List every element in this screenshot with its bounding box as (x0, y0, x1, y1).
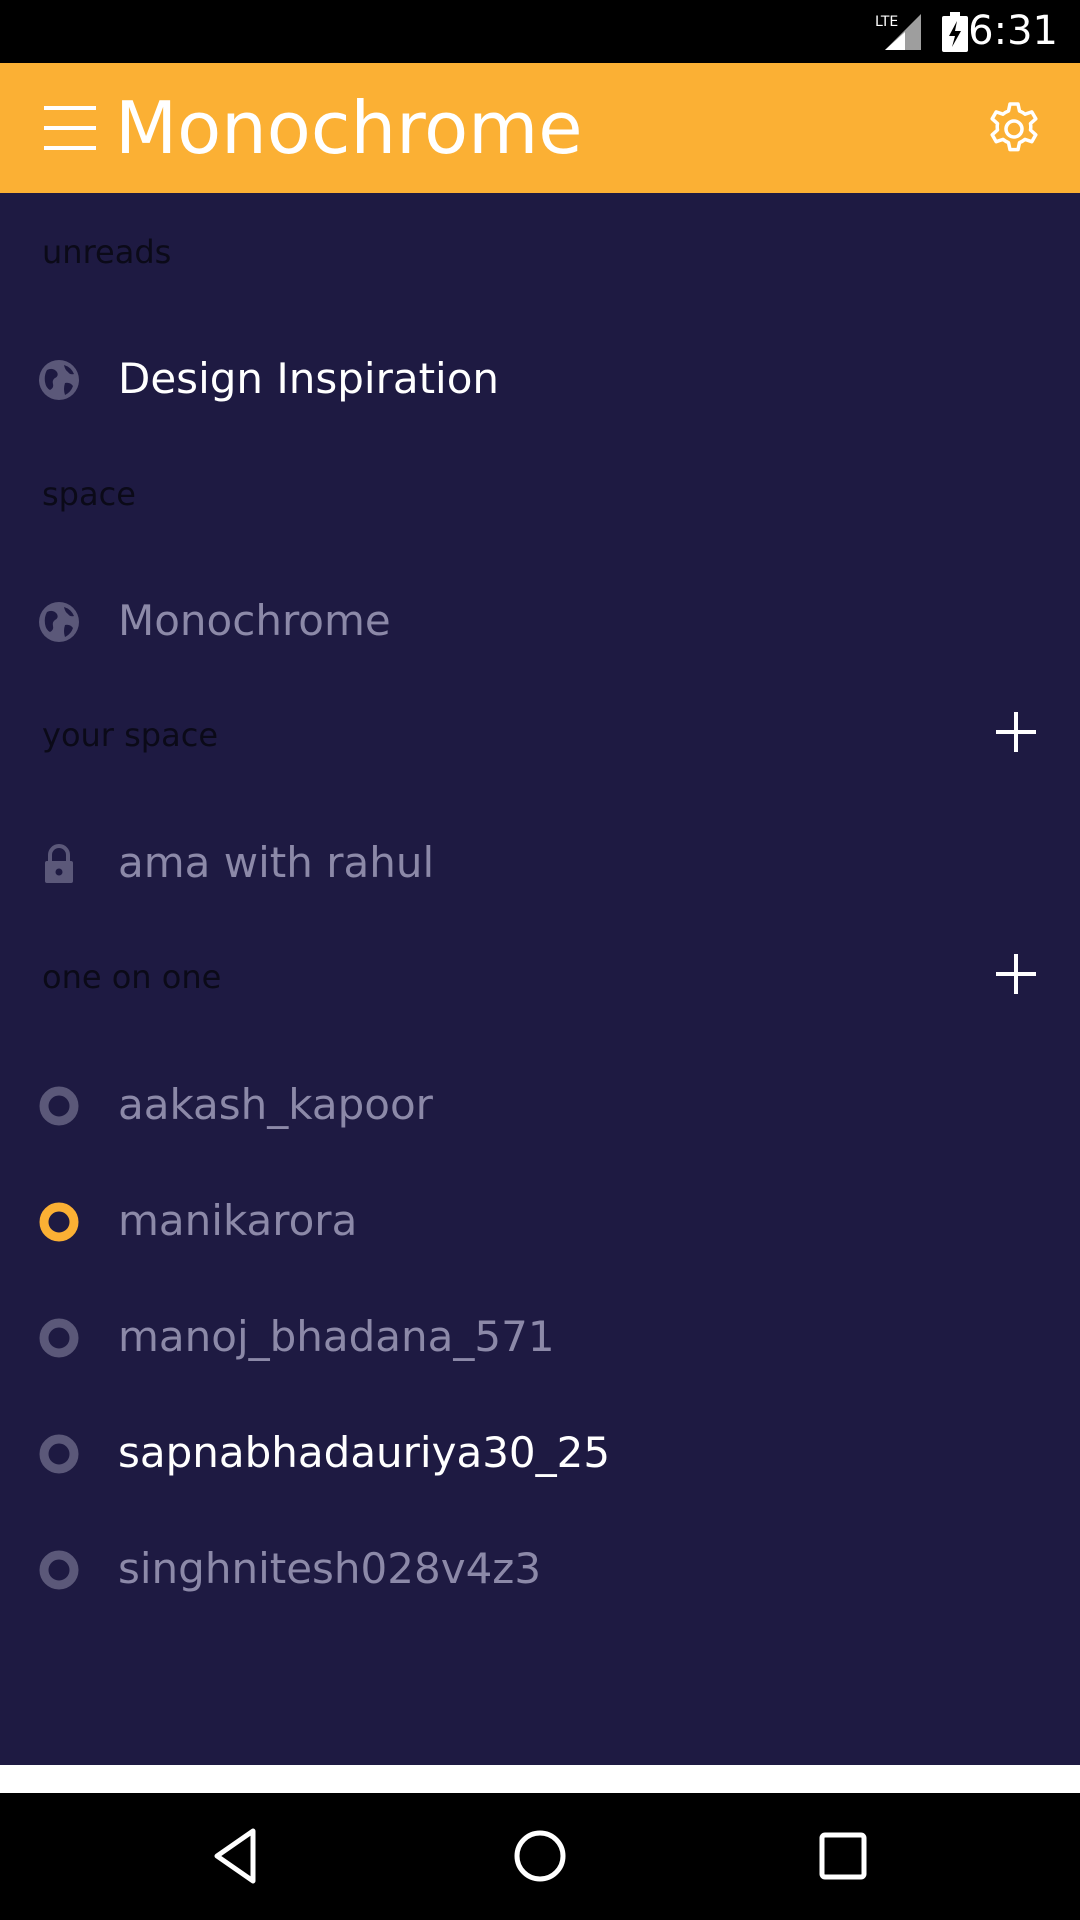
lock-icon (45, 844, 73, 883)
list-item-dm[interactable]: aakash_kapoor (0, 1047, 1080, 1163)
contact-label: sapnabhadauriya30_25 (118, 1428, 611, 1477)
ring-icon (39, 1434, 79, 1474)
hamburger-menu-icon[interactable] (40, 98, 100, 158)
ring-icon (39, 1202, 79, 1242)
add-space-button[interactable] (990, 706, 1042, 758)
list-item-dm[interactable]: sapnabhadauriya30_25 (0, 1395, 1080, 1511)
contact-label: singhnitesh028v4z3 (118, 1544, 542, 1593)
list-item-dm[interactable]: manikarora (0, 1163, 1080, 1279)
section-header-one-on-one: one on one (42, 958, 222, 996)
list-item-monochrome[interactable]: Monochrome (0, 563, 1080, 679)
ring-icon (39, 1550, 79, 1590)
status-bar: LTE 6:31 (0, 0, 1080, 63)
back-icon[interactable] (203, 1823, 269, 1889)
globe-icon (39, 602, 79, 642)
ring-icon (39, 1086, 79, 1126)
section-header-unreads: unreads (42, 233, 172, 271)
channel-label: ama with rahul (118, 838, 435, 887)
system-navigation-bar (0, 1793, 1080, 1920)
add-direct-message-button[interactable] (990, 948, 1042, 1000)
globe-icon (39, 360, 79, 400)
svg-text:LTE: LTE (875, 14, 898, 30)
bottom-divider (0, 1765, 1080, 1793)
app-title: Monochrome (115, 86, 583, 170)
section-header-your-space: your space (42, 716, 218, 754)
clock: 6:31 (968, 8, 1058, 54)
recents-icon[interactable] (810, 1823, 876, 1889)
lte-signal-icon: LTE (875, 14, 921, 50)
list-item-dm[interactable]: singhnitesh028v4z3 (0, 1511, 1080, 1627)
list-item-dm[interactable]: manoj_bhadana_571 (0, 1279, 1080, 1395)
channel-label: Design Inspiration (118, 354, 500, 403)
list-item-ama-with-rahul[interactable]: ama with rahul (0, 805, 1080, 921)
home-icon[interactable] (507, 1823, 573, 1889)
battery-charging-icon (942, 12, 968, 52)
ring-icon (39, 1318, 79, 1358)
contact-label: manoj_bhadana_571 (118, 1312, 555, 1361)
channel-list: unreads Design Inspiration space Monochr… (0, 193, 1080, 1765)
list-item-design-inspiration[interactable]: Design Inspiration (0, 321, 1080, 437)
contact-label: manikarora (118, 1196, 358, 1245)
app-bar: Monochrome (0, 63, 1080, 193)
section-header-space: space (42, 475, 136, 513)
channel-label: Monochrome (118, 596, 391, 645)
gear-icon[interactable] (985, 100, 1043, 158)
contact-label: aakash_kapoor (118, 1080, 433, 1129)
